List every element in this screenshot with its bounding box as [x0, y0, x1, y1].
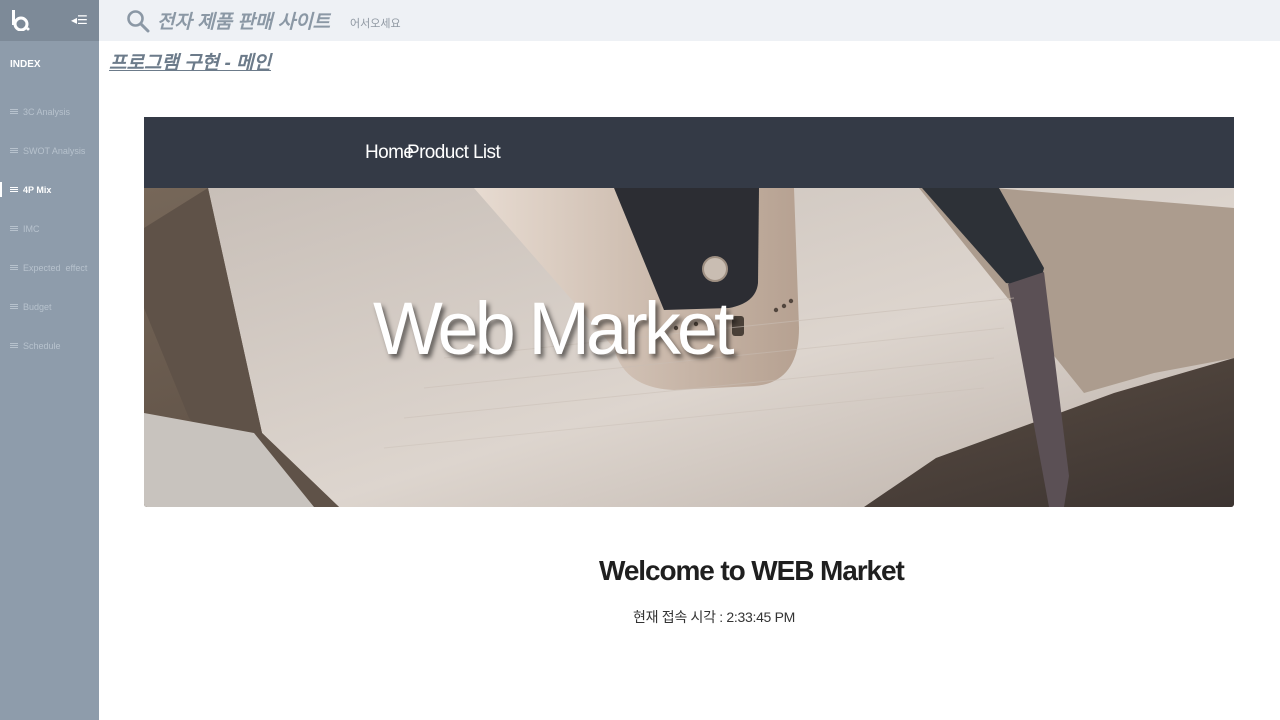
hero-banner: Web Market [144, 188, 1234, 507]
menu-icon [10, 342, 18, 349]
menu-icon [10, 186, 18, 193]
index-label: INDEX [10, 59, 41, 70]
sidebar-item-label: Schedule [23, 340, 61, 351]
sidebar-item-schedule[interactable]: Schedule [0, 326, 99, 365]
sidebar-item-label: 3C Analysis [23, 106, 71, 117]
sidebar-item-4p-mix[interactable]: 4P Mix [0, 170, 99, 209]
sidebar-item-3c-analysis[interactable]: 3C Analysis [0, 92, 99, 131]
sidebar-item-label: SWOT Analysis [23, 145, 86, 156]
current-time-text: 현재 접속 시각 : 2:33:45 PM [633, 609, 796, 625]
welcome-heading: Welcome to WEB Market [599, 555, 905, 586]
menu-icon [10, 303, 18, 310]
web-market-preview: Home Product List Web Market [144, 117, 1234, 507]
sidebar: ◂☰ INDEX 3C Analysis SWOT Analysis 4P Mi… [0, 0, 99, 720]
menu-icon [10, 225, 18, 232]
sidebar-item-label: Budget [23, 301, 52, 312]
sidebar-nav: 3C Analysis SWOT Analysis 4P Mix IMC Exp… [0, 92, 99, 365]
collapse-sidebar-icon[interactable]: ◂☰ [71, 13, 88, 27]
site-subtitle: 어서오세요 [350, 18, 401, 30]
menu-icon [10, 108, 18, 115]
sidebar-item-label: Expected effect [23, 262, 88, 273]
top-bar: 전자 제품 판매 사이트 어서오세요 [99, 0, 1280, 41]
menu-icon [10, 147, 18, 154]
logo-icon[interactable] [11, 9, 31, 31]
nav-link-product-list[interactable]: Product List [407, 142, 501, 164]
sidebar-item-expected-effect[interactable]: Expected effect [0, 248, 99, 287]
sidebar-item-label: IMC [23, 223, 40, 234]
search-icon[interactable] [126, 9, 150, 33]
sidebar-header: ◂☰ [0, 0, 99, 41]
market-navbar: Home Product List [144, 117, 1234, 188]
page-title: 프로그램 구현 - 메인 [109, 53, 272, 74]
sidebar-item-label: 4P Mix [23, 184, 52, 195]
sidebar-item-budget[interactable]: Budget [0, 287, 99, 326]
site-title: 전자 제품 판매 사이트 [157, 12, 331, 33]
menu-icon [10, 264, 18, 271]
sidebar-item-imc[interactable]: IMC [0, 209, 99, 248]
sidebar-item-swot-analysis[interactable]: SWOT Analysis [0, 131, 99, 170]
hero-title: Web Market [373, 287, 735, 370]
